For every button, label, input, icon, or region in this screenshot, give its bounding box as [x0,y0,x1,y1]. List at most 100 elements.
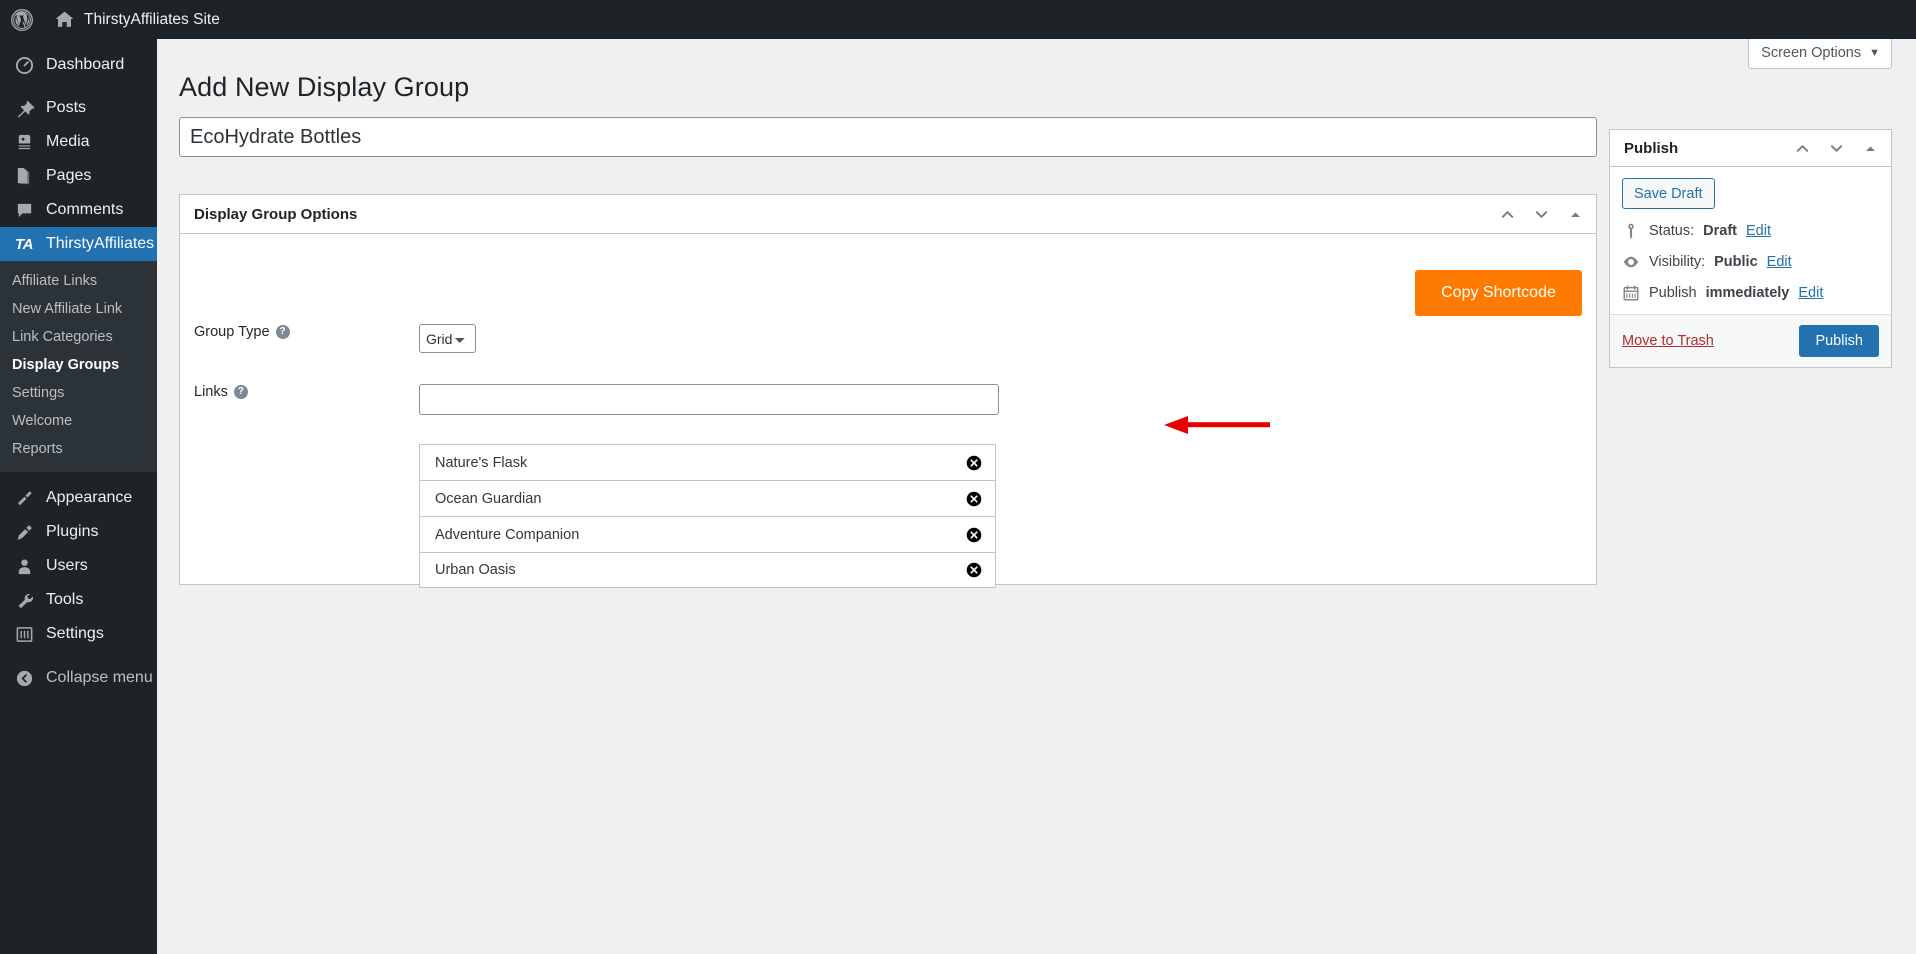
sidebar-item-tools[interactable]: Tools [0,583,157,617]
links-label: Links [194,384,228,400]
list-item[interactable]: Nature's Flask [419,444,996,480]
schedule-row: Publish immediately Edit [1622,284,1879,302]
publish-controls [1794,140,1879,157]
sidebar-item-reports[interactable]: Reports [0,435,157,463]
sidebar-label: Appearance [46,489,133,506]
sidebar-label: Plugins [46,523,99,540]
metabox-controls [1499,206,1584,223]
sidebar-item-new-affiliate-link[interactable]: New Affiliate Link [0,295,157,323]
selected-links-list: Nature's Flask Ocean Guardian Adventure … [419,444,996,588]
status-value: Draft [1703,223,1737,239]
group-type-label-wrap: Group Type ? [194,324,419,340]
sidebar-label: Pages [46,167,92,184]
group-type-select[interactable]: Grid [419,324,476,353]
group-type-field-row: Group Type ? Grid [194,324,476,353]
link-name: Nature's Flask [435,454,528,471]
sidebar-item-media[interactable]: Media [0,125,157,159]
group-type-label: Group Type [194,324,270,340]
help-icon[interactable]: ? [233,385,248,399]
site-name-label: ThirstyAffiliates Site [84,10,220,28]
brush-icon [12,487,36,509]
chevron-down-icon: ▼ [1869,47,1880,59]
remove-circle-icon[interactable] [966,527,982,543]
status-row: Status: Draft Edit [1622,222,1879,240]
dashboard-icon [12,54,36,76]
screen-options-button[interactable]: Screen Options ▼ [1748,39,1892,69]
visibility-value: Public [1714,254,1758,270]
toggle-panel-icon[interactable] [1567,206,1584,223]
publish-header: Publish [1610,130,1891,167]
sidebar-label: ThirstyAffiliates [46,235,155,252]
metabox-body: Copy Shortcode Group Type ? Grid Links ? [180,234,1596,588]
sidebar-item-pages[interactable]: Pages [0,159,157,193]
sidebar-item-users[interactable]: Users [0,549,157,583]
remove-circle-icon[interactable] [966,455,982,471]
collapse-arrow-icon [12,667,36,689]
save-draft-button[interactable]: Save Draft [1622,178,1715,209]
sidebar-label: Posts [46,99,87,116]
sidebar-item-plugins[interactable]: Plugins [0,515,157,549]
sidebar-item-settings[interactable]: Settings [0,379,157,407]
screen-options-label: Screen Options [1761,45,1862,61]
status-edit-link[interactable]: Edit [1746,223,1771,239]
settings-sliders-icon [12,623,36,645]
metabox-title: Display Group Options [194,205,358,223]
sidebar-item-thirstyaffiliates[interactable]: TA ThirstyAffiliates [0,227,165,261]
schedule-edit-link[interactable]: Edit [1798,285,1823,301]
sidebar-item-comments[interactable]: Comments [0,193,157,227]
menu-separator [0,472,157,481]
sidebar-label: Users [46,557,88,574]
publish-metabox: Publish Save Draft Status: Draft Edit Vi… [1609,129,1892,368]
list-item[interactable]: Ocean Guardian [419,480,996,516]
sidebar-item-appearance[interactable]: Appearance [0,481,157,515]
comment-icon [12,199,36,221]
site-name-menu[interactable]: ThirstyAffiliates Site [44,0,230,39]
sidebar-item-posts[interactable]: Posts [0,91,157,125]
sidebar-menu-top: Dashboard Posts Media Pages Comments TA … [0,39,165,695]
pages-icon [12,165,36,187]
calendar-icon [1622,284,1640,302]
sidebar-item-dashboard[interactable]: Dashboard [0,48,157,82]
move-up-icon[interactable] [1499,206,1516,223]
sidebar-item-settings[interactable]: Settings [0,617,157,651]
toggle-panel-icon[interactable] [1862,140,1879,157]
sidebar-label: Dashboard [46,56,125,73]
status-prefix: Status: [1649,223,1695,239]
links-search-input[interactable] [419,384,999,415]
remove-circle-icon[interactable] [966,562,982,578]
sidebar-item-display-groups[interactable]: Display Groups [0,351,157,379]
sidebar-item-link-categories[interactable]: Link Categories [0,323,157,351]
help-icon[interactable]: ? [275,325,290,339]
links-label-wrap: Links ? [194,384,419,400]
user-icon [12,555,36,577]
post-title-input[interactable] [179,117,1597,157]
copy-shortcode-button[interactable]: Copy Shortcode [1415,270,1582,316]
ta-logo-icon: TA [12,233,36,255]
display-group-options-metabox: Display Group Options Copy Shortcode Gro… [179,194,1597,588]
post-status-icon [1622,222,1640,240]
sidebar-submenu-thirstyaffiliates: Affiliate Links New Affiliate Link Link … [0,261,157,472]
page-title: Add New Display Group [179,72,470,102]
visibility-edit-link[interactable]: Edit [1767,254,1792,270]
move-down-icon[interactable] [1533,206,1550,223]
move-to-trash-link[interactable]: Move to Trash [1622,333,1714,349]
wp-logo-menu[interactable] [0,0,44,39]
sidebar-label: Tools [46,591,84,608]
collapse-menu-button[interactable]: Collapse menu [0,661,157,695]
publish-button[interactable]: Publish [1799,325,1879,357]
publish-title: Publish [1624,139,1679,157]
pin-icon [12,97,36,119]
list-item[interactable]: Urban Oasis [419,552,996,588]
move-down-icon[interactable] [1828,140,1845,157]
move-up-icon[interactable] [1794,140,1811,157]
sidebar-label: Media [46,133,90,150]
link-name: Ocean Guardian [435,490,542,507]
publish-body: Save Draft Status: Draft Edit Visibility… [1610,167,1891,314]
collapse-menu-label: Collapse menu [46,669,153,686]
sidebar-item-welcome[interactable]: Welcome [0,407,157,435]
sidebar-item-affiliate-links[interactable]: Affiliate Links [0,267,157,295]
list-item[interactable]: Adventure Companion [419,516,996,552]
plug-icon [12,521,36,543]
remove-circle-icon[interactable] [966,491,982,507]
visibility-eye-icon [1622,253,1640,271]
